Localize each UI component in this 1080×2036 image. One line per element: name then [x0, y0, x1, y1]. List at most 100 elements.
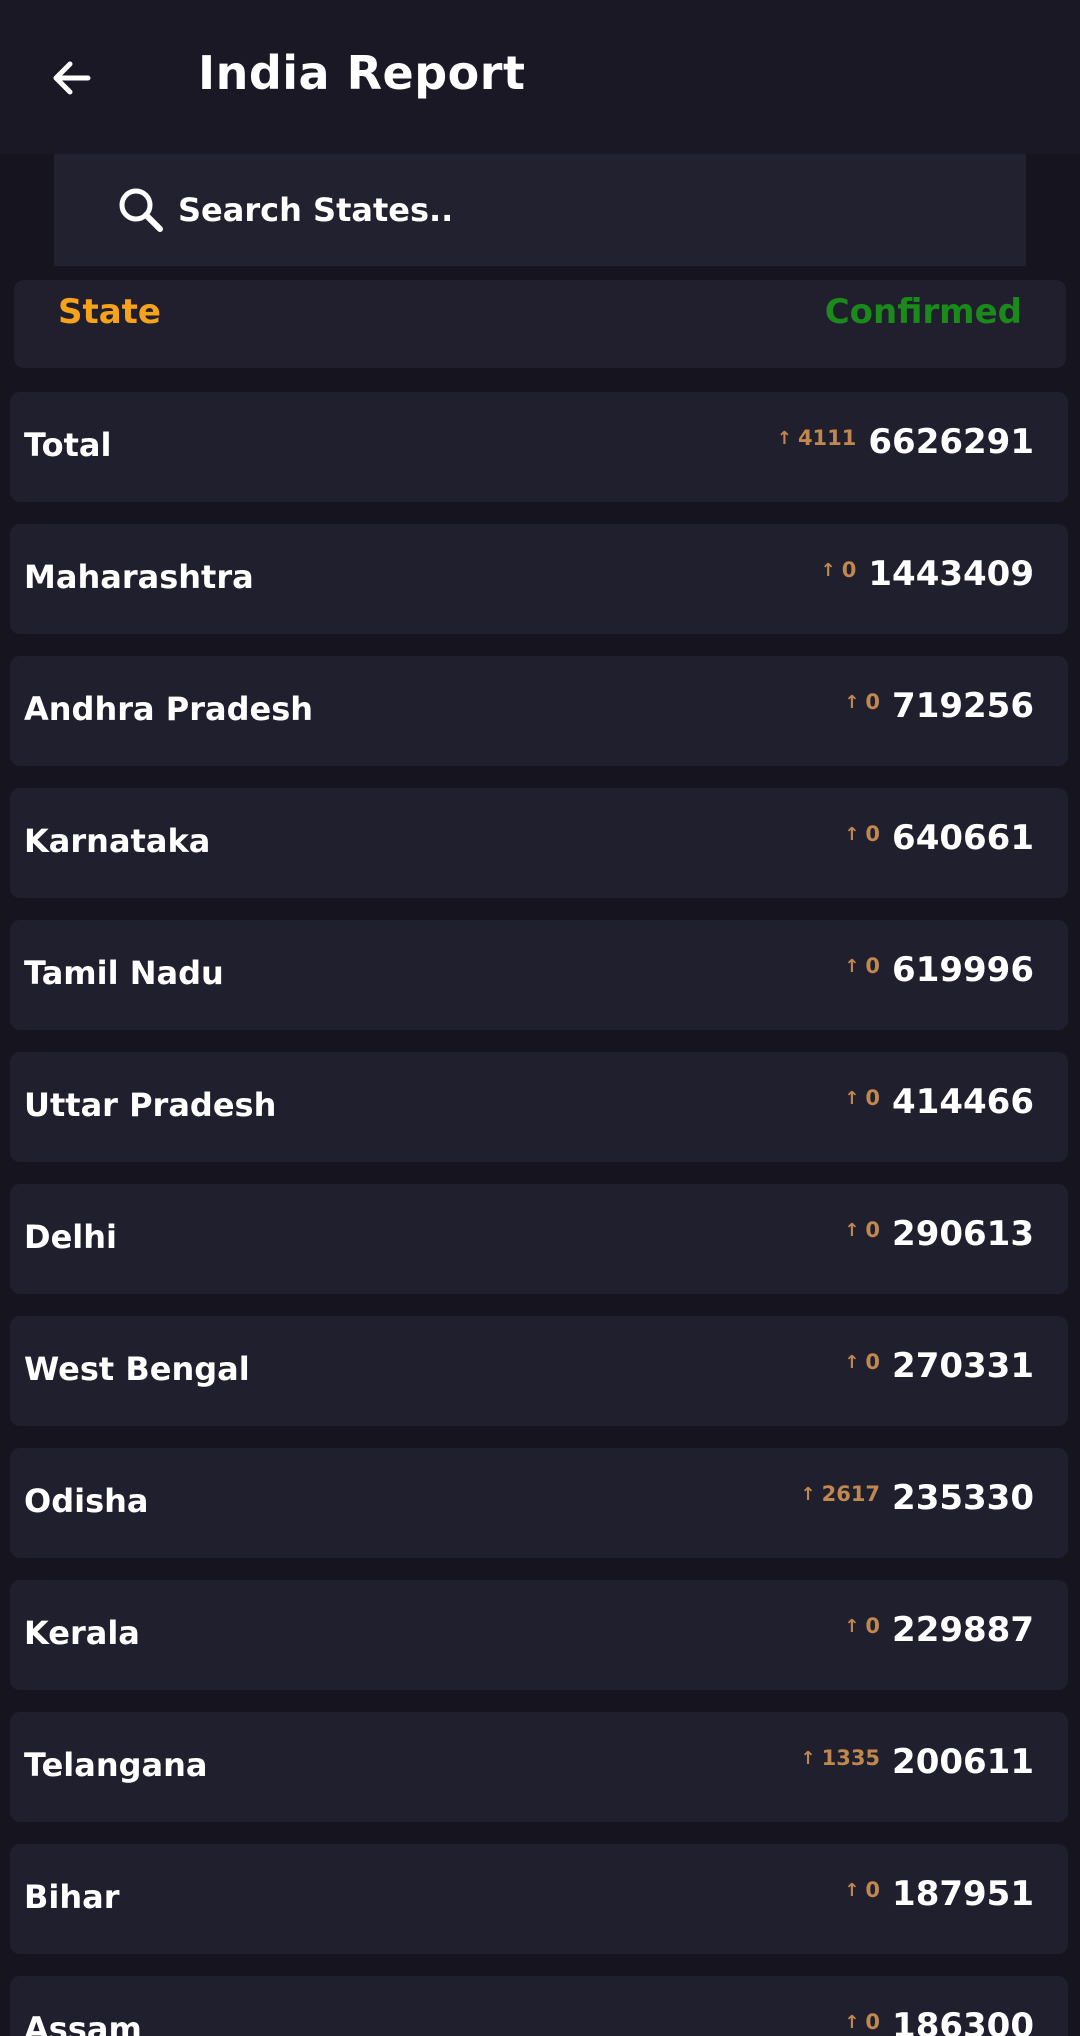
state-row-total[interactable]: Total ↑ 4111 6626291: [10, 392, 1068, 502]
delta-value: 2617: [821, 1482, 881, 1506]
delta-badge: ↑ 2617: [801, 1482, 881, 1506]
state-row-odisha[interactable]: Odisha ↑ 2617 235330: [10, 1448, 1068, 1558]
confirmed-cell: ↑ 0 619996: [844, 950, 1034, 990]
state-row-telangana[interactable]: Telangana ↑ 1335 200611: [10, 1712, 1068, 1822]
confirmed-cell: ↑ 2617 235330: [801, 1478, 1035, 1518]
confirmed-value: 6626291: [868, 422, 1034, 462]
arrow-up-icon: ↑: [844, 1616, 860, 1637]
arrow-up-icon: ↑: [800, 1748, 816, 1769]
delta-value: 0: [865, 1350, 881, 1374]
delta-value: 0: [865, 1086, 881, 1110]
delta-value: 4111: [797, 426, 857, 450]
delta-badge: ↑ 1335: [801, 1746, 881, 1770]
arrow-up-icon: ↑: [844, 1880, 860, 1901]
delta-value: 0: [865, 822, 881, 846]
confirmed-value: 414466: [892, 1082, 1034, 1122]
state-row-andhra-pradesh[interactable]: Andhra Pradesh ↑ 0 719256: [10, 656, 1068, 766]
app-bar: India Report: [0, 0, 1080, 154]
search-bar[interactable]: [54, 154, 1026, 266]
column-header-confirmed: Confirmed: [824, 292, 1022, 332]
state-row-west-bengal[interactable]: West Bengal ↑ 0 270331: [10, 1316, 1068, 1426]
confirmed-value: 200611: [892, 1742, 1034, 1782]
state-name: Kerala: [24, 1614, 140, 1652]
delta-value: 0: [865, 690, 881, 714]
state-name: West Bengal: [24, 1350, 250, 1388]
confirmed-value: 270331: [892, 1346, 1034, 1386]
arrow-up-icon: ↑: [844, 1352, 860, 1373]
state-name: Uttar Pradesh: [24, 1086, 277, 1124]
back-button[interactable]: [36, 42, 108, 114]
page-title: India Report: [198, 46, 526, 100]
state-name: Maharashtra: [24, 558, 254, 596]
delta-badge: ↑ 0: [821, 558, 857, 582]
arrow-left-icon: [53, 61, 91, 95]
delta-badge: ↑ 0: [844, 1218, 880, 1242]
arrow-up-icon: ↑: [820, 560, 836, 581]
table-header: State Confirmed: [14, 280, 1066, 368]
confirmed-cell: ↑ 0 1443409: [821, 554, 1034, 594]
delta-badge: ↑ 0: [844, 690, 880, 714]
state-name: Odisha: [24, 1482, 149, 1520]
delta-value: 0: [865, 1614, 881, 1638]
state-row-bihar[interactable]: Bihar ↑ 0 187951: [10, 1844, 1068, 1954]
state-name: Delhi: [24, 1218, 117, 1256]
state-row-delhi[interactable]: Delhi ↑ 0 290613: [10, 1184, 1068, 1294]
state-name: Total: [24, 426, 112, 464]
confirmed-cell: ↑ 0 640661: [844, 818, 1034, 858]
search-icon: [114, 183, 168, 237]
state-row-uttar-pradesh[interactable]: Uttar Pradesh ↑ 0 414466: [10, 1052, 1068, 1162]
confirmed-value: 619996: [892, 950, 1034, 990]
arrow-up-icon: ↑: [776, 428, 792, 449]
delta-value: 1335: [821, 1746, 881, 1770]
confirmed-value: 1443409: [868, 554, 1034, 594]
confirmed-value: 186300: [892, 2006, 1034, 2036]
delta-badge: ↑ 0: [844, 1086, 880, 1110]
state-name: Bihar: [24, 1878, 120, 1916]
arrow-up-icon: ↑: [844, 956, 860, 977]
delta-value: 0: [865, 2010, 881, 2034]
app-screen: India Report State Confirmed Total ↑4111…: [0, 0, 1080, 2036]
state-name: Telangana: [24, 1746, 208, 1784]
delta-badge: ↑ 0: [844, 1878, 880, 1902]
confirmed-cell: ↑ 0 414466: [844, 1082, 1034, 1122]
delta-value: 0: [865, 1218, 881, 1242]
state-row-assam[interactable]: Assam ↑ 0 186300: [10, 1976, 1068, 2036]
delta-value: 0: [865, 954, 881, 978]
state-row-tamil-nadu[interactable]: Tamil Nadu ↑ 0 619996: [10, 920, 1068, 1030]
delta-badge: ↑ 4111: [777, 426, 857, 450]
delta-badge: ↑ 0: [844, 1614, 880, 1638]
confirmed-value: 187951: [892, 1874, 1034, 1914]
confirmed-cell: ↑ 0 270331: [844, 1346, 1034, 1386]
confirmed-cell: ↑ 1335 200611: [801, 1742, 1035, 1782]
arrow-up-icon: ↑: [844, 1220, 860, 1241]
state-name: Assam: [24, 2010, 142, 2036]
column-header-state: State: [58, 292, 161, 332]
confirmed-value: 235330: [892, 1478, 1034, 1518]
delta-value: 0: [841, 558, 857, 582]
state-list: Total ↑ 4111 6626291 Maharashtra ↑ 0 14434…: [10, 392, 1070, 2036]
delta-value: 0: [865, 1878, 881, 1902]
confirmed-value: 719256: [892, 686, 1034, 726]
state-name: Tamil Nadu: [24, 954, 224, 992]
state-name: Andhra Pradesh: [24, 690, 314, 728]
arrow-up-icon: ↑: [844, 692, 860, 713]
delta-badge: ↑ 0: [844, 1350, 880, 1374]
search-input[interactable]: [178, 191, 958, 229]
confirmed-cell: ↑ 4111 6626291: [777, 422, 1034, 462]
arrow-up-icon: ↑: [844, 1088, 860, 1109]
state-name: Karnataka: [24, 822, 211, 860]
confirmed-cell: ↑ 0 290613: [844, 1214, 1034, 1254]
state-row-kerala[interactable]: Kerala ↑ 0 229887: [10, 1580, 1068, 1690]
arrow-up-icon: ↑: [844, 2012, 860, 2033]
confirmed-value: 229887: [892, 1610, 1034, 1650]
arrow-up-icon: ↑: [844, 824, 860, 845]
delta-badge: ↑ 0: [844, 822, 880, 846]
state-row-karnataka[interactable]: Karnataka ↑ 0 640661: [10, 788, 1068, 898]
state-row-maharashtra[interactable]: Maharashtra ↑ 0 1443409: [10, 524, 1068, 634]
arrow-up-icon: ↑: [800, 1484, 816, 1505]
confirmed-cell: ↑ 0 186300: [844, 2006, 1034, 2036]
confirmed-value: 290613: [892, 1214, 1034, 1254]
confirmed-cell: ↑ 0 187951: [844, 1874, 1034, 1914]
confirmed-value: 640661: [892, 818, 1034, 858]
delta-badge: ↑ 0: [844, 954, 880, 978]
